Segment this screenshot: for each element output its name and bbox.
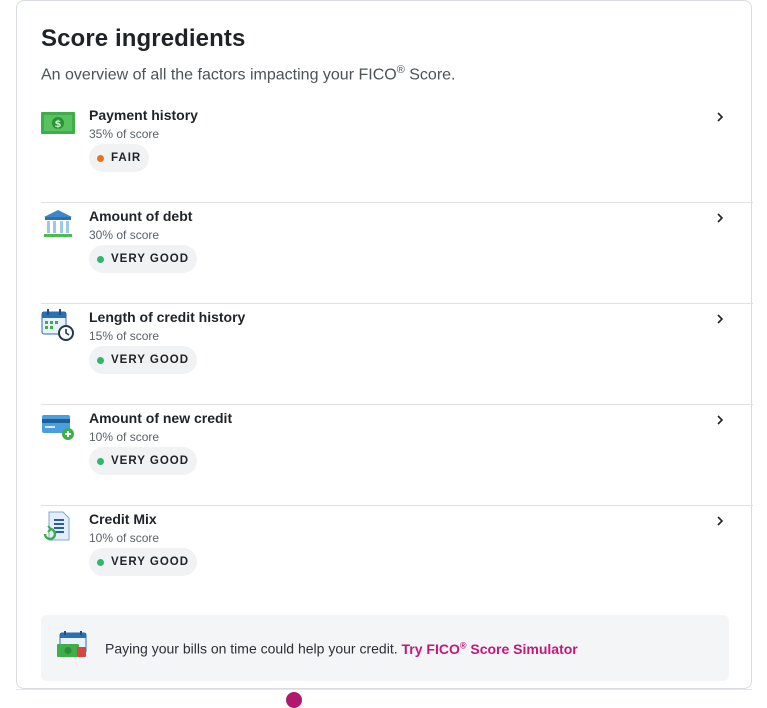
link-text-suffix[interactable]: Score Simulator — [466, 641, 577, 657]
status-badge: VERY GOOD — [89, 245, 198, 273]
status-dot-very-good — [97, 558, 104, 566]
chevron-right-icon[interactable] — [714, 211, 726, 225]
simulator-tip-banner: Paying your bills on time could help you… — [41, 615, 729, 681]
factor-row-amount-of-new-credit[interactable]: Amount of new credit 10% of score VERY G… — [17, 405, 753, 506]
registered-mark: ® — [396, 64, 405, 76]
factor-row-length-of-credit-history[interactable]: Length of credit history 15% of score VE… — [17, 304, 753, 405]
status-text: VERY GOOD — [111, 556, 190, 568]
status-text: FAIR — [111, 152, 142, 164]
factor-weight: 30% of score — [89, 228, 160, 242]
factor-name: Amount of debt — [89, 208, 193, 224]
page-subtitle: An overview of all the factors impacting… — [41, 64, 456, 84]
subtitle-suffix: Score. — [404, 66, 456, 84]
status-dot-very-good — [97, 255, 104, 263]
calendar-money-icon — [57, 631, 87, 657]
status-badge: VERY GOOD — [89, 346, 198, 374]
chevron-right-icon[interactable] — [714, 110, 726, 124]
bank-icon — [44, 210, 72, 237]
status-badge: VERY GOOD — [89, 447, 198, 475]
floating-action-indicator[interactable] — [286, 692, 302, 708]
credit-card-plus-icon — [42, 415, 74, 440]
tip-message: Paying your bills on time could help you… — [105, 640, 402, 657]
chevron-right-icon[interactable] — [714, 413, 726, 427]
tip-text: Paying your bills on time could help you… — [105, 640, 578, 657]
status-text: VERY GOOD — [111, 354, 190, 366]
factor-row-credit-mix[interactable]: Credit Mix 10% of score VERY GOOD — [17, 506, 753, 607]
factor-weight: 35% of score — [89, 127, 160, 141]
status-dot-very-good — [97, 457, 104, 465]
chevron-right-icon[interactable] — [714, 312, 726, 326]
factor-row-payment-history[interactable]: $ Payment history 35% of score FAIR — [17, 102, 753, 203]
factor-weight: 10% of score — [89, 531, 160, 545]
factor-name: Amount of new credit — [89, 410, 233, 426]
calendar-clock-icon — [41, 309, 74, 341]
chevron-right-icon[interactable] — [714, 514, 726, 528]
score-simulator-link[interactable]: Try FICO® Score Simulator — [401, 640, 577, 657]
document-refresh-icon — [43, 511, 70, 541]
status-text: VERY GOOD — [111, 253, 190, 265]
factor-weight: 15% of score — [89, 329, 160, 343]
score-ingredients-card: Score ingredients An overview of all the… — [16, 0, 753, 689]
divider — [16, 689, 752, 690]
factor-name: Payment history — [89, 107, 198, 123]
status-badge: FAIR — [89, 144, 150, 172]
factor-row-amount-of-debt[interactable]: Amount of debt 30% of score VERY GOOD — [17, 203, 753, 304]
status-dot-very-good — [97, 356, 104, 364]
factor-name: Length of credit history — [89, 309, 246, 325]
link-text[interactable]: Try FICO — [401, 641, 459, 657]
money-bill-icon: $ — [41, 112, 75, 134]
status-dot-fair — [97, 154, 104, 162]
factor-name: Credit Mix — [89, 511, 157, 527]
factor-weight: 10% of score — [89, 430, 160, 444]
svg-text:$: $ — [55, 119, 62, 130]
status-text: VERY GOOD — [111, 455, 190, 467]
page-title: Score ingredients — [41, 25, 246, 52]
status-badge: VERY GOOD — [89, 548, 198, 576]
subtitle-text: An overview of all the factors impacting… — [41, 66, 397, 84]
